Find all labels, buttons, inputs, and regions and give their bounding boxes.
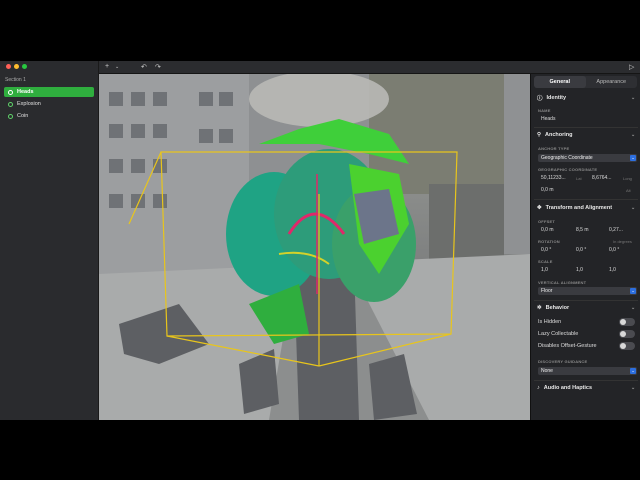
audio-section-header[interactable]: ♪ Audio and Haptics ⌄ bbox=[537, 385, 635, 391]
redo-button[interactable]: ↷ bbox=[155, 63, 161, 71]
scale-label: SCALE bbox=[538, 259, 553, 264]
rotation-x-field[interactable]: 0,0 ° bbox=[541, 247, 551, 253]
anchor-type-value: Geographic Coordinate bbox=[541, 155, 593, 161]
longitude-unit: Long bbox=[623, 176, 632, 181]
close-window-button[interactable] bbox=[6, 64, 11, 69]
chevron-down-icon: ⌄ bbox=[631, 205, 636, 211]
undo-button[interactable]: ↶ bbox=[141, 63, 147, 71]
scene-canvas bbox=[99, 74, 530, 420]
tab-general[interactable]: General bbox=[534, 76, 586, 88]
sidebar-item-label: Heads bbox=[17, 89, 34, 95]
discovery-guidance-value: None bbox=[541, 368, 553, 374]
latitude-unit: Lat bbox=[576, 176, 582, 181]
app-window: Section 1 Heads Explosion Coin + ⌄ ↶ ↷ ▷ bbox=[0, 61, 640, 420]
identity-section-header[interactable]: ⓘ Identity ⌄ bbox=[537, 94, 635, 102]
anchor-type-select[interactable]: Geographic Coordinate ⌄ bbox=[538, 154, 637, 162]
vertical-alignment-label: VERTICAL ALIGNMENT bbox=[538, 280, 587, 285]
behavior-title: Behavior bbox=[545, 305, 570, 311]
scene-viewport[interactable] bbox=[99, 74, 530, 420]
sidebar-item-label: Coin bbox=[17, 113, 29, 119]
tab-appearance[interactable]: Appearance bbox=[586, 76, 638, 88]
offset-x-field[interactable]: 0,0 m bbox=[541, 227, 554, 233]
latitude-field[interactable]: 50,11233... bbox=[541, 175, 566, 181]
window-controls bbox=[6, 64, 27, 69]
divider bbox=[534, 199, 638, 200]
link-icon: ⚲ bbox=[537, 132, 542, 138]
divider bbox=[534, 300, 638, 301]
vertical-alignment-value: Floor bbox=[541, 288, 553, 294]
inspector-tabs: General Appearance bbox=[534, 76, 637, 88]
is-hidden-label: Is Hidden bbox=[538, 319, 562, 325]
chevron-down-icon: ⌄ bbox=[630, 288, 636, 294]
rotation-label: ROTATION bbox=[538, 239, 560, 244]
building-far-right bbox=[429, 184, 504, 264]
sidebar-section-title: Section 1 bbox=[5, 77, 26, 83]
object-icon bbox=[8, 89, 13, 95]
offset-label: OFFSET bbox=[538, 219, 555, 224]
lazy-collectable-toggle[interactable] bbox=[619, 330, 635, 338]
scale-y-field[interactable]: 1,0 bbox=[576, 267, 583, 273]
building-right bbox=[504, 74, 530, 254]
lazy-collectable-label: Lazy Collectable bbox=[538, 331, 579, 337]
rotation-unit: In degrees bbox=[613, 239, 632, 244]
transform-title: Transform and Alignment bbox=[545, 205, 613, 211]
anchoring-title: Anchoring bbox=[545, 132, 573, 138]
add-menu-chevron-icon[interactable]: ⌄ bbox=[115, 64, 119, 70]
scale-z-field[interactable]: 1,0 bbox=[609, 267, 616, 273]
identity-title: Identity bbox=[546, 95, 567, 101]
discovery-guidance-label: DISCOVERY GUIDANCE bbox=[538, 359, 588, 364]
sidebar-item-coin[interactable]: Coin bbox=[4, 111, 94, 121]
chevron-down-icon: ⌄ bbox=[631, 385, 636, 391]
altitude-field[interactable]: 0,0 m bbox=[541, 187, 554, 193]
divider bbox=[534, 127, 638, 128]
name-field[interactable]: Heads bbox=[541, 116, 555, 122]
disables-offset-gesture-label: Disables Offset-Gesture bbox=[538, 343, 597, 349]
offset-y-field[interactable]: 8,5 m bbox=[576, 227, 589, 233]
geo-coordinate-label: GEOGRAPHIC COORDINATE bbox=[538, 167, 598, 172]
rotation-z-field[interactable]: 0,0 ° bbox=[609, 247, 619, 253]
chevron-down-icon: ⌄ bbox=[630, 155, 636, 161]
chevron-down-icon: ⌄ bbox=[631, 132, 636, 138]
object-icon bbox=[8, 113, 13, 119]
sidebar: Section 1 Heads Explosion Coin bbox=[0, 61, 99, 420]
disables-offset-gesture-toggle[interactable] bbox=[619, 342, 635, 350]
longitude-field[interactable]: 8,6764... bbox=[592, 175, 611, 181]
sidebar-item-explosion[interactable]: Explosion bbox=[4, 99, 94, 109]
object-icon bbox=[8, 101, 13, 107]
chevron-down-icon: ⌄ bbox=[630, 368, 636, 374]
transform-section-header[interactable]: ✥ Transform and Alignment ⌄ bbox=[537, 205, 635, 211]
discovery-guidance-select[interactable]: None ⌄ bbox=[538, 367, 637, 375]
toolbar: + ⌄ ↶ ↷ ▷ bbox=[99, 61, 640, 74]
chevron-down-icon: ⌄ bbox=[631, 95, 636, 101]
chevron-down-icon: ⌄ bbox=[631, 305, 636, 311]
audio-title: Audio and Haptics bbox=[543, 385, 593, 391]
scale-x-field[interactable]: 1,0 bbox=[541, 267, 548, 273]
add-button[interactable]: + bbox=[105, 63, 109, 70]
play-button[interactable]: ▷ bbox=[629, 63, 634, 71]
sidebar-item-heads[interactable]: Heads bbox=[4, 87, 94, 97]
inspector-panel: General Appearance ⓘ Identity ⌄ NAME Hea… bbox=[530, 74, 640, 420]
anchoring-section-header[interactable]: ⚲ Anchoring ⌄ bbox=[537, 132, 635, 138]
offset-z-field[interactable]: 0,27... bbox=[609, 227, 623, 233]
move-icon: ✥ bbox=[537, 205, 542, 211]
minimize-window-button[interactable] bbox=[14, 64, 19, 69]
divider bbox=[534, 380, 638, 381]
gear-icon: ✲ bbox=[537, 305, 542, 311]
name-label: NAME bbox=[538, 108, 551, 113]
info-icon: ⓘ bbox=[537, 96, 543, 102]
sidebar-item-label: Explosion bbox=[17, 101, 41, 107]
behavior-section-header[interactable]: ✲ Behavior ⌄ bbox=[537, 305, 635, 311]
zoom-window-button[interactable] bbox=[22, 64, 27, 69]
speaker-icon: ♪ bbox=[537, 385, 540, 391]
rotation-y-field[interactable]: 0,0 ° bbox=[576, 247, 586, 253]
altitude-unit: Alt bbox=[626, 188, 631, 193]
anchor-type-label: ANCHOR TYPE bbox=[538, 146, 570, 151]
is-hidden-toggle[interactable] bbox=[619, 318, 635, 326]
vertical-alignment-select[interactable]: Floor ⌄ bbox=[538, 287, 637, 295]
